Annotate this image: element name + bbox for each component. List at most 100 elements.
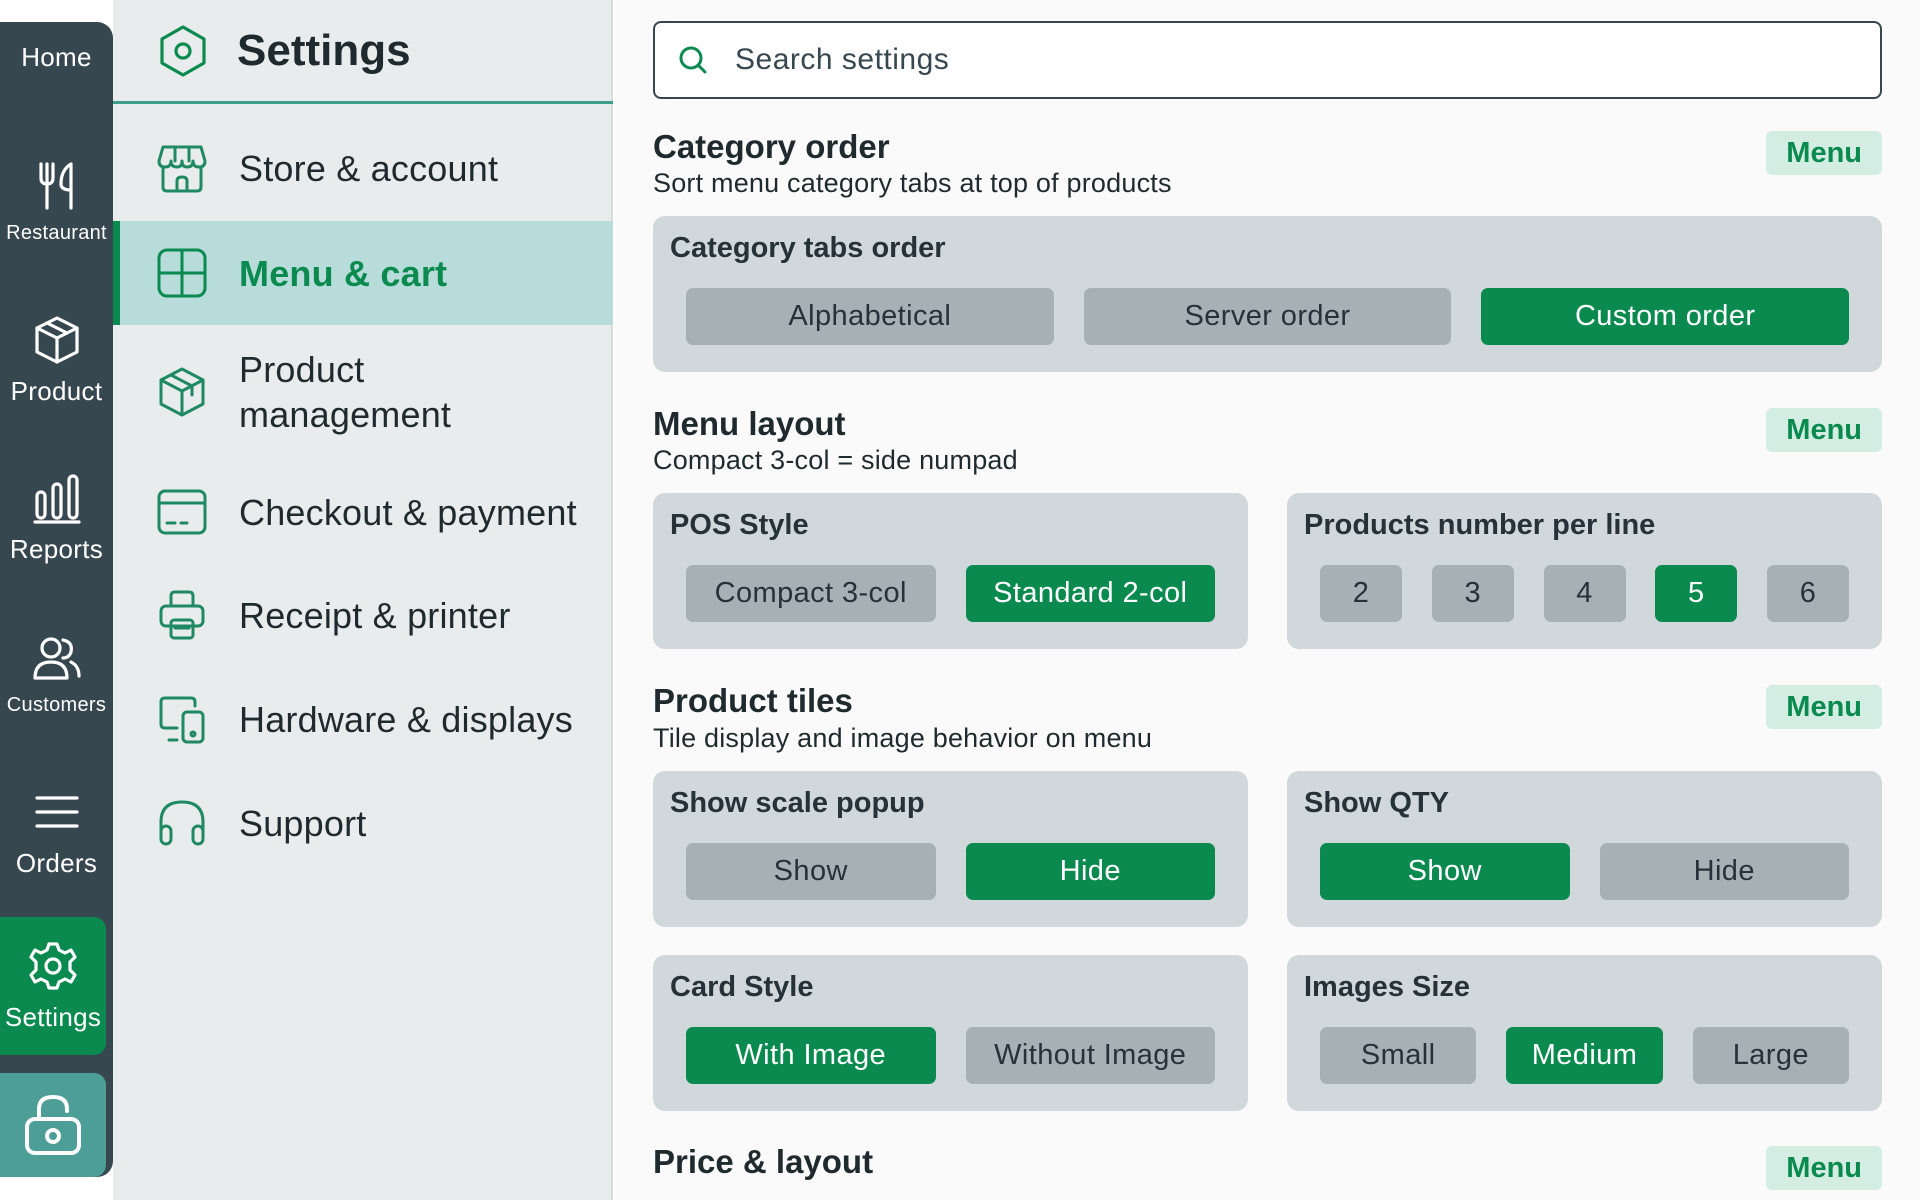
option-group-show-qty: Show Hide (1320, 843, 1849, 900)
layout-icon (157, 248, 207, 298)
rail-item-label: Customers (6, 694, 107, 716)
option-group-show-scale-popup: Show Hide (686, 843, 1215, 900)
box-icon (34, 316, 79, 364)
option-group-pos-style: Compact 3-col Standard 2-col (686, 565, 1215, 622)
option-standard-2-col[interactable]: Standard 2-col (965, 565, 1215, 622)
app-rail: Home Restaurant Product Reports Customer… (0, 0, 113, 1200)
search-box (653, 21, 1882, 99)
option-group-images-size: Small Medium Large (1320, 1027, 1849, 1084)
option-without-image[interactable]: Without Image (965, 1027, 1215, 1084)
users-icon (32, 637, 81, 680)
card-title: POS Style (670, 509, 809, 541)
card-title: Show scale popup (670, 787, 925, 819)
card-show-scale-popup: Show scale popup Show Hide (653, 771, 1248, 927)
option-size-large[interactable]: Large (1692, 1027, 1849, 1084)
card-title: Images Size (1304, 971, 1471, 1003)
option-custom-order[interactable]: Custom order (1481, 288, 1850, 345)
settings-nav: Settings Store & account Menu & cart Pro… (113, 0, 613, 1200)
headphones-icon (159, 800, 205, 846)
fork-knife-icon (38, 162, 73, 210)
section-title-price-layout: Price & layout (653, 1143, 874, 1180)
option-alphabetical[interactable]: Alphabetical (686, 288, 1054, 345)
section-title-category-order: Category order (653, 128, 890, 165)
section-title-menu-layout: Menu layout (653, 405, 846, 442)
rail-item-label: Restaurant (6, 222, 107, 244)
option-server-order[interactable]: Server order (1083, 288, 1452, 345)
card-images-size: Images Size Small Medium Large (1287, 955, 1882, 1111)
section-title-product-tiles: Product tiles (653, 682, 853, 719)
search-icon (679, 46, 707, 74)
lock-button[interactable] (0, 1073, 106, 1177)
card-title: Category tabs order (670, 232, 946, 264)
app-root: Home Restaurant Product Reports Customer… (0, 0, 1920, 1200)
rail-item-label: Settings (4, 1001, 102, 1032)
rail-item-product[interactable]: Product (0, 314, 113, 407)
card-title: Products number per line (1304, 509, 1656, 541)
nav-item-label: Receipt & printer (239, 594, 511, 636)
section-subtitle-product-tiles: Tile display and image behavior on menu (653, 723, 1153, 753)
option-per-line-2[interactable]: 2 (1320, 565, 1402, 622)
nav-item-label: Store & account (239, 147, 499, 189)
option-per-line-6[interactable]: 6 (1767, 565, 1849, 622)
card-pos-style: POS Style Compact 3-col Standard 2-col (653, 493, 1248, 649)
nav-item-store-account[interactable]: Store & account (113, 116, 613, 220)
option-qty-hide[interactable]: Hide (1599, 843, 1849, 900)
nav-item-product-management[interactable]: Product management (113, 330, 613, 454)
nav-item-checkout-payment[interactable]: Checkout & payment (113, 460, 613, 564)
rail-item-label: Orders (15, 848, 98, 878)
rail-item-orders[interactable]: Orders (0, 786, 113, 879)
nav-item-receipt-printer[interactable]: Receipt & printer (113, 563, 613, 667)
option-size-medium[interactable]: Medium (1506, 1027, 1663, 1084)
settings-hex-icon (160, 24, 206, 77)
list-icon (34, 796, 79, 828)
option-compact-3-col[interactable]: Compact 3-col (686, 565, 936, 622)
nav-item-support[interactable]: Support (113, 771, 613, 875)
section-subtitle-category-order: Sort menu category tabs at top of produc… (653, 168, 1172, 198)
rail-item-reports[interactable]: Reports (0, 472, 113, 565)
card-card-style: Card Style With Image Without Image (653, 955, 1248, 1111)
nav-item-hardware-displays[interactable]: Hardware & displays (113, 667, 613, 771)
option-per-line-5[interactable]: 5 (1655, 565, 1738, 622)
option-scale-hide[interactable]: Hide (965, 843, 1215, 900)
rail-item-restaurant[interactable]: Restaurant (0, 160, 113, 245)
nav-item-label: Product management (239, 349, 452, 435)
nav-item-label: Menu & cart (239, 252, 448, 294)
section-subtitle-menu-layout: Compact 3-col = side numpad (653, 445, 1018, 475)
rail-item-label: Product (10, 376, 103, 406)
rail-item-settings[interactable]: Settings (0, 917, 106, 1055)
option-with-image[interactable]: With Image (686, 1027, 936, 1084)
nav-item-label: Support (239, 802, 367, 844)
storefront-icon (157, 145, 207, 193)
card-category-tabs-order: Category tabs order Alphabetical Server … (653, 216, 1882, 372)
option-size-small[interactable]: Small (1320, 1027, 1477, 1084)
devices-icon (159, 696, 205, 744)
package-icon (159, 367, 205, 417)
section-badge-category-order: Menu (1766, 131, 1882, 175)
rail-item-customers[interactable]: Customers (0, 632, 113, 717)
search-input[interactable] (735, 43, 1835, 77)
option-qty-show[interactable]: Show (1320, 843, 1570, 900)
gear-icon (29, 941, 77, 990)
rail-item-home[interactable]: Home (0, 0, 113, 73)
card-icon (157, 489, 207, 535)
section-badge-product-tiles: Menu (1766, 685, 1882, 729)
option-group-category-tabs-order: Alphabetical Server order Custom order (686, 288, 1850, 345)
card-products-per-line: Products number per line 2 3 4 5 6 (1287, 493, 1882, 649)
option-scale-show[interactable]: Show (686, 843, 936, 900)
page-title: Settings (237, 25, 411, 75)
printer-icon (159, 590, 205, 640)
section-badge-menu-layout: Menu (1766, 408, 1882, 452)
unlock-icon (25, 1095, 81, 1155)
option-group-products-per-line: 2 3 4 5 6 (1320, 565, 1849, 622)
option-per-line-4[interactable]: 4 (1543, 565, 1626, 622)
home-icon (36, 0, 77, 22)
nav-item-menu-cart[interactable]: Menu & cart (113, 221, 613, 325)
section-badge-price-layout: Menu (1766, 1146, 1882, 1190)
card-show-qty: Show QTY Show Hide (1287, 771, 1882, 927)
nav-item-label: Hardware & displays (239, 698, 573, 740)
bar-chart-icon (32, 474, 81, 524)
card-title: Show QTY (1304, 787, 1449, 819)
rail-item-label: Reports (9, 534, 104, 564)
card-title: Card Style (670, 971, 814, 1003)
option-per-line-3[interactable]: 3 (1431, 565, 1514, 622)
